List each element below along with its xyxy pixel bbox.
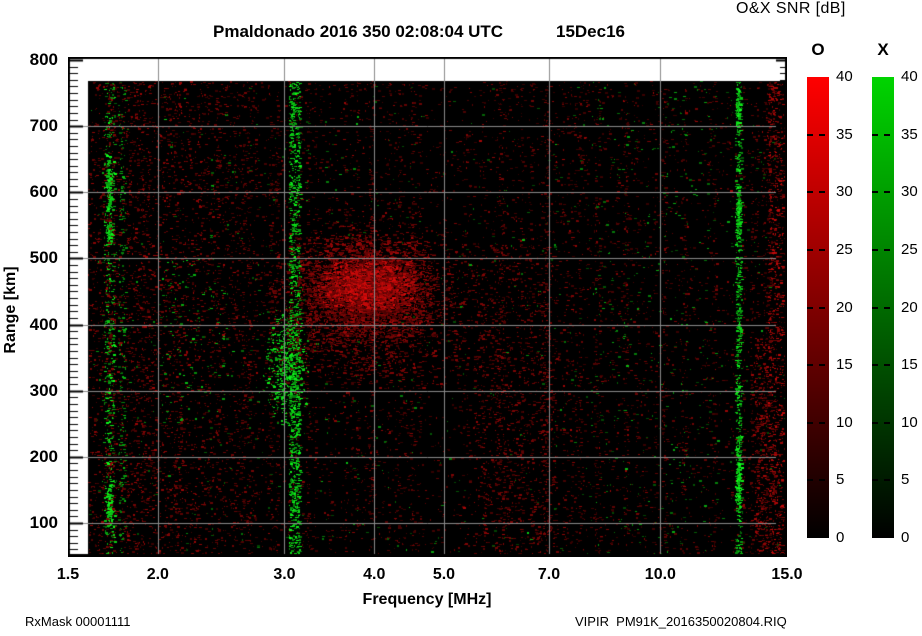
x-tick-label-10.0: 10.0	[630, 566, 690, 584]
y-tick-label-600: 600	[8, 182, 58, 202]
colorbar-O-tick-40: 40	[836, 68, 874, 85]
x-tick-label-15.0: 15.0	[757, 566, 817, 584]
colorbar-O-dash-30	[807, 191, 829, 193]
vipir-ionogram-screenshot: Pmaldonado 2016 350 02:08:04 UTC 15Dec16…	[0, 0, 922, 636]
colorbar-X-title: X	[858, 40, 908, 60]
colorbar-O-title: O	[793, 40, 843, 60]
colorbar-X-tick-0: 0	[901, 529, 922, 546]
colorbar-O-dash-25	[807, 249, 829, 251]
y-tick-label-700: 700	[8, 116, 58, 136]
x-tick-label-2.0: 2.0	[128, 566, 188, 584]
colorbar-O-dash-35	[807, 134, 829, 136]
rxmask-label: RxMask 00001111	[25, 614, 131, 629]
colorbar-header-label: O&X SNR [dB]	[736, 0, 846, 18]
colorbar-X-dash-20	[872, 307, 894, 309]
colorbar-X-dash-5	[872, 479, 894, 481]
colorbar-X-dash-15	[872, 364, 894, 366]
colorbar-O-tick-15: 15	[836, 356, 874, 373]
y-tick-label-800: 800	[8, 50, 58, 70]
colorbar-O-tick-20: 20	[836, 299, 874, 316]
colorbar-O-dash-10	[807, 422, 829, 424]
colorbar-O-tick-5: 5	[836, 471, 874, 488]
plot-title-date: 15Dec16	[556, 22, 625, 42]
colorbar-X-dash-25	[872, 249, 894, 251]
colorbar-O-tick-25: 25	[836, 241, 874, 258]
colorbar-X-tick-15: 15	[901, 356, 922, 373]
y-axis-title: Range [km]	[2, 264, 20, 356]
colorbar-O-tick-0: 0	[836, 529, 874, 546]
colorbar-O-tick-10: 10	[836, 414, 874, 431]
plot-title: Pmaldonado 2016 350 02:08:04 UTC	[213, 22, 503, 42]
colorbar-O-tick-30: 30	[836, 183, 874, 200]
x-tick-label-5.0: 5.0	[414, 566, 474, 584]
x-tick-label-1.5: 1.5	[38, 566, 98, 584]
colorbar-X-dash-35	[872, 134, 894, 136]
colorbar-O-tick-35: 35	[836, 126, 874, 143]
x-tick-label-7.0: 7.0	[519, 566, 579, 584]
colorbar-X-dash-10	[872, 422, 894, 424]
colorbar-X-tick-40: 40	[901, 68, 922, 85]
colorbar-O-dash-15	[807, 364, 829, 366]
y-tick-label-300: 300	[8, 381, 58, 401]
colorbar-X-tick-25: 25	[901, 241, 922, 258]
colorbar-X-tick-5: 5	[901, 471, 922, 488]
colorbar-O-dash-5	[807, 479, 829, 481]
colorbar-X-tick-10: 10	[901, 414, 922, 431]
colorbar-X-tick-30: 30	[901, 183, 922, 200]
colorbar-X-tick-35: 35	[901, 126, 922, 143]
x-axis-title: Frequency [MHz]	[327, 591, 527, 609]
colorbar-O-dash-20	[807, 307, 829, 309]
y-tick-label-200: 200	[8, 447, 58, 467]
x-tick-label-4.0: 4.0	[344, 566, 404, 584]
colorbar-X-dash-30	[872, 191, 894, 193]
colorbar-X-tick-20: 20	[901, 299, 922, 316]
ionogram-plot-canvas	[68, 57, 787, 557]
x-tick-label-3.0: 3.0	[254, 566, 314, 584]
y-tick-label-100: 100	[8, 513, 58, 533]
filename-label: VIPIR PM91K_2016350020804.RIQ	[575, 614, 787, 629]
